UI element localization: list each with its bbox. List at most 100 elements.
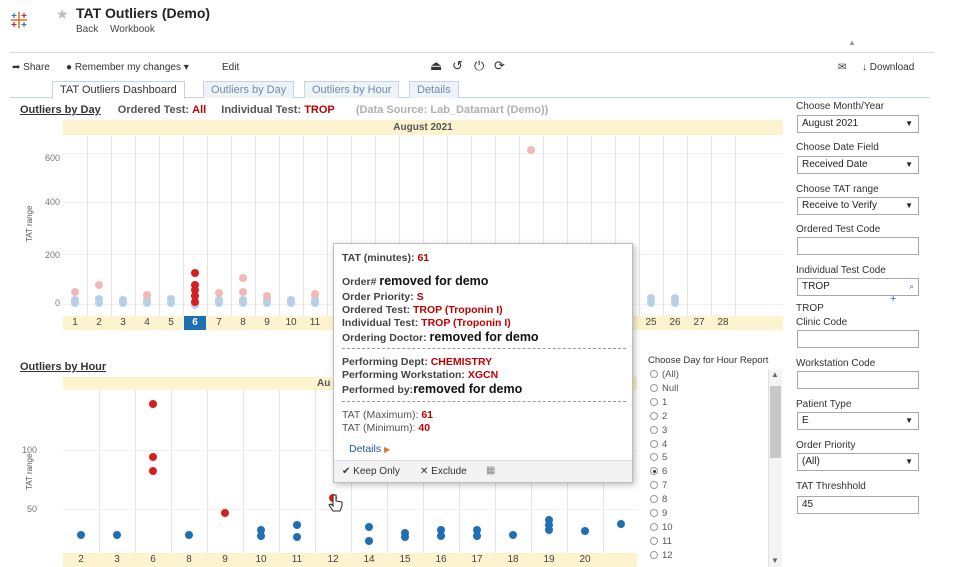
hand-cursor-icon: [328, 494, 343, 512]
patient-type-select[interactable]: E ▼: [797, 412, 919, 430]
day-label[interactable]: 5: [160, 316, 182, 330]
tab-outliers-by-hour[interactable]: Outliers by Hour: [304, 81, 400, 98]
day-label[interactable]: 10: [280, 316, 302, 330]
scrollbar-thumb[interactable]: [770, 386, 781, 458]
day-option[interactable]: 3: [650, 425, 667, 436]
day-label[interactable]: 2: [88, 316, 110, 330]
day-for-hour-list[interactable]: (All) Null 1 2 3 4 5 6 7 8 9 10 11 12: [648, 369, 784, 567]
column-divider: [327, 136, 328, 316]
day-option[interactable]: 11: [650, 536, 672, 547]
order-priority-select[interactable]: (All) ▼: [797, 453, 919, 471]
day-option[interactable]: 2: [650, 411, 667, 422]
day-label[interactable]: 8: [232, 316, 254, 330]
day-label[interactable]: 4: [136, 316, 158, 330]
revert-icon[interactable]: ⏏: [430, 58, 442, 74]
ordered-test-code-input[interactable]: [797, 237, 919, 255]
hour-axis-band: 2 3 6 8 9 10 11 12 14 15 16 17 18 19 20: [63, 553, 637, 567]
workbook-link[interactable]: Workbook: [110, 24, 155, 35]
download-button[interactable]: ↓ Download: [862, 62, 914, 73]
day-label[interactable]: 28: [712, 316, 734, 330]
radio-button-icon[interactable]: [650, 383, 658, 392]
keep-only-button[interactable]: ✔ Keep Only: [342, 466, 400, 477]
column-divider: [255, 136, 256, 316]
radio-button-icon[interactable]: [650, 536, 658, 545]
remember-changes-menu[interactable]: ● Remember my changes ▾: [66, 62, 189, 73]
radio-button-icon[interactable]: [650, 425, 658, 434]
hour-label: 8: [186, 554, 192, 565]
radio-button-icon[interactable]: [650, 370, 658, 378]
day-label[interactable]: 11: [304, 316, 326, 330]
clinic-code-input[interactable]: [797, 330, 919, 348]
radio-button-icon[interactable]: [650, 522, 658, 531]
hour-label: 14: [363, 554, 375, 565]
list-scrollbar[interactable]: ▲ ▼: [768, 370, 782, 567]
tab-dashboard[interactable]: TAT Outliers Dashboard: [52, 81, 185, 99]
day-option[interactable]: Null: [650, 383, 678, 394]
day-option[interactable]: 10: [650, 522, 673, 533]
day-option[interactable]: 6: [650, 466, 667, 477]
radio-button-icon[interactable]: [650, 397, 658, 406]
day-label[interactable]: 6: [184, 316, 206, 330]
favorite-star-icon[interactable]: ★: [56, 6, 69, 23]
data-point: [143, 291, 151, 299]
tab-outliers-by-day[interactable]: Outliers by Day: [203, 81, 295, 98]
radio-button-icon[interactable]: [650, 550, 658, 559]
day-label[interactable]: 25: [640, 316, 662, 330]
day-option[interactable]: 8: [650, 494, 667, 505]
month-year-select[interactable]: August 2021 ▼: [797, 115, 919, 133]
tat-range-select[interactable]: Receive to Verify ▼: [797, 197, 919, 215]
email-icon[interactable]: ✉: [838, 62, 846, 73]
refresh-icon[interactable]: ⟳: [494, 58, 505, 74]
day-label[interactable]: 26: [664, 316, 686, 330]
clinic-code-label: Clinic Code: [796, 317, 848, 328]
patient-type-label: Patient Type: [796, 399, 852, 410]
edit-button[interactable]: Edit: [222, 62, 239, 73]
data-point: [671, 299, 679, 307]
search-icon[interactable]: ⌕: [909, 281, 914, 292]
tt-details-link[interactable]: Details ▶: [349, 443, 390, 455]
data-point: [263, 299, 271, 307]
day-option-label: 11: [662, 535, 672, 547]
day-label[interactable]: 9: [256, 316, 278, 330]
day-option[interactable]: 4: [650, 439, 667, 450]
data-point: [239, 288, 247, 296]
individual-test-code-input[interactable]: TROP ⌕: [797, 278, 919, 296]
radio-button-icon[interactable]: [650, 453, 658, 462]
workstation-code-input[interactable]: [797, 371, 919, 389]
test-code-suggestion[interactable]: TROP: [796, 303, 824, 314]
add-plus-icon[interactable]: +: [890, 293, 896, 305]
view-data-icon[interactable]: ▦: [486, 465, 495, 476]
exclude-button[interactable]: ✕ Exclude: [420, 466, 467, 477]
pause-icon[interactable]: ⏻: [474, 58, 484, 74]
radio-button-icon[interactable]: [650, 481, 658, 490]
share-button[interactable]: ➦ Share: [12, 62, 50, 73]
day-label[interactable]: 3: [112, 316, 134, 330]
data-point: [185, 531, 193, 539]
column-divider: [99, 390, 100, 553]
column-divider: [207, 136, 208, 316]
radio-button-icon[interactable]: [650, 509, 658, 517]
day-option[interactable]: 9: [650, 508, 667, 519]
date-field-select[interactable]: Received Date ▼: [797, 156, 919, 174]
day-option[interactable]: 1: [650, 397, 667, 408]
day-label[interactable]: 27: [688, 316, 710, 330]
day-option[interactable]: 12: [650, 550, 673, 561]
arrow-right-icon: ▶: [384, 445, 391, 454]
hour-chart-title: Outliers by Hour: [20, 361, 107, 373]
scroll-down-icon[interactable]: ▼: [771, 556, 779, 565]
undo-icon[interactable]: ↺: [452, 58, 463, 74]
tat-threshold-input[interactable]: 45: [797, 496, 919, 514]
radio-button-icon[interactable]: [650, 467, 658, 476]
day-option[interactable]: 5: [650, 452, 667, 463]
radio-button-icon[interactable]: [650, 495, 658, 504]
radio-button-icon[interactable]: [650, 411, 658, 420]
day-label[interactable]: 7: [208, 316, 230, 330]
day-label[interactable]: 1: [64, 316, 86, 330]
back-link[interactable]: Back: [76, 24, 98, 35]
scroll-up-icon[interactable]: ▲: [771, 370, 779, 379]
day-option[interactable]: 7: [650, 480, 667, 491]
radio-button-icon[interactable]: [650, 439, 658, 448]
day-option[interactable]: (All): [650, 369, 679, 380]
tab-details[interactable]: Details: [409, 81, 459, 98]
collapse-header-icon[interactable]: ▲: [848, 38, 856, 47]
